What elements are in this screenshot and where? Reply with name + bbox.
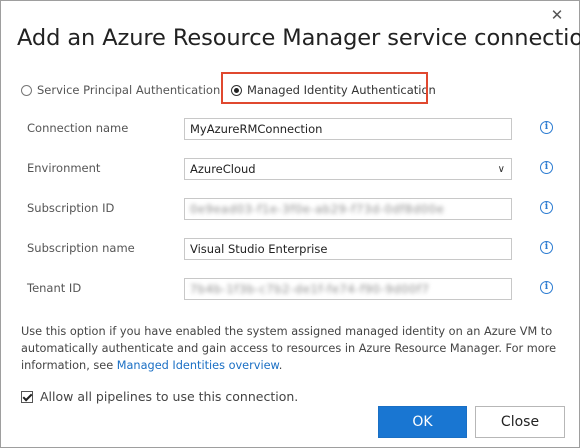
chevron-down-icon: ∨ [497,163,505,175]
environment-select[interactable]: AzureCloud ∨ [184,158,512,180]
subscription-id-redacted-value: 0e9ead03-f1e-3f0e-ab29-f73d-0df8d00e [190,202,445,216]
environment-info-icon[interactable]: i [540,161,553,174]
connection-name-input[interactable]: MyAzureRMConnection [184,118,512,140]
managed-identity-auth-option[interactable]: Managed Identity Authentication [231,83,436,97]
allow-all-pipelines-label: Allow all pipelines to use this connecti… [40,389,299,404]
subscription-id-info-icon[interactable]: i [540,201,553,214]
service-principal-auth-option[interactable]: Service Principal Authentication [21,83,220,97]
allow-all-pipelines-checkbox[interactable] [21,390,33,403]
description-text: Use this option if you have enabled the … [21,325,557,372]
managed-identities-overview-link[interactable]: Managed Identities overview [117,359,279,372]
subscription-name-label: Subscription name [27,241,135,255]
allow-all-pipelines-row[interactable]: Allow all pipelines to use this connecti… [21,389,298,404]
service-connection-dialog: ✕ Add an Azure Resource Manager service … [0,0,580,448]
dialog-title: Add an Azure Resource Manager service co… [17,25,580,51]
environment-row: Environment AzureCloud ∨ i [1,158,579,182]
managed-identity-description: Use this option if you have enabled the … [21,323,561,374]
service-principal-label: Service Principal Authentication [37,83,221,97]
ok-button[interactable]: OK [378,406,467,438]
managed-identity-label: Managed Identity Authentication [247,83,436,97]
subscription-id-label: Subscription ID [27,201,115,215]
tenant-id-redacted-value: 7b4b-1f3b-c7b2-de1f-fe74-f90-9d00f7 [190,282,430,296]
tenant-id-label: Tenant ID [27,281,82,295]
subscription-name-row: Subscription name Visual Studio Enterpri… [1,238,579,262]
tenant-id-row: Tenant ID 7b4b-1f3b-c7b2-de1f-fe74-f90-9… [1,278,579,302]
subscription-name-input[interactable]: Visual Studio Enterprise [184,238,512,260]
subscription-name-info-icon[interactable]: i [540,241,553,254]
environment-label: Environment [27,161,101,175]
close-button[interactable]: Close [475,406,565,438]
environment-selected-value: AzureCloud [190,162,256,176]
tenant-id-input[interactable]: 7b4b-1f3b-c7b2-de1f-fe74-f90-9d00f7 [184,278,512,300]
close-icon[interactable]: ✕ [549,7,565,23]
connection-name-info-icon[interactable]: i [540,121,553,134]
subscription-id-input[interactable]: 0e9ead03-f1e-3f0e-ab29-f73d-0df8d00e [184,198,512,220]
service-principal-radio[interactable] [21,84,32,96]
managed-identity-radio[interactable] [231,84,242,96]
connection-name-row: Connection name MyAzureRMConnection i [1,118,579,142]
tenant-id-info-icon[interactable]: i [540,281,553,294]
connection-name-label: Connection name [27,121,129,135]
description-suffix: . [278,359,283,372]
subscription-id-row: Subscription ID 0e9ead03-f1e-3f0e-ab29-f… [1,198,579,222]
